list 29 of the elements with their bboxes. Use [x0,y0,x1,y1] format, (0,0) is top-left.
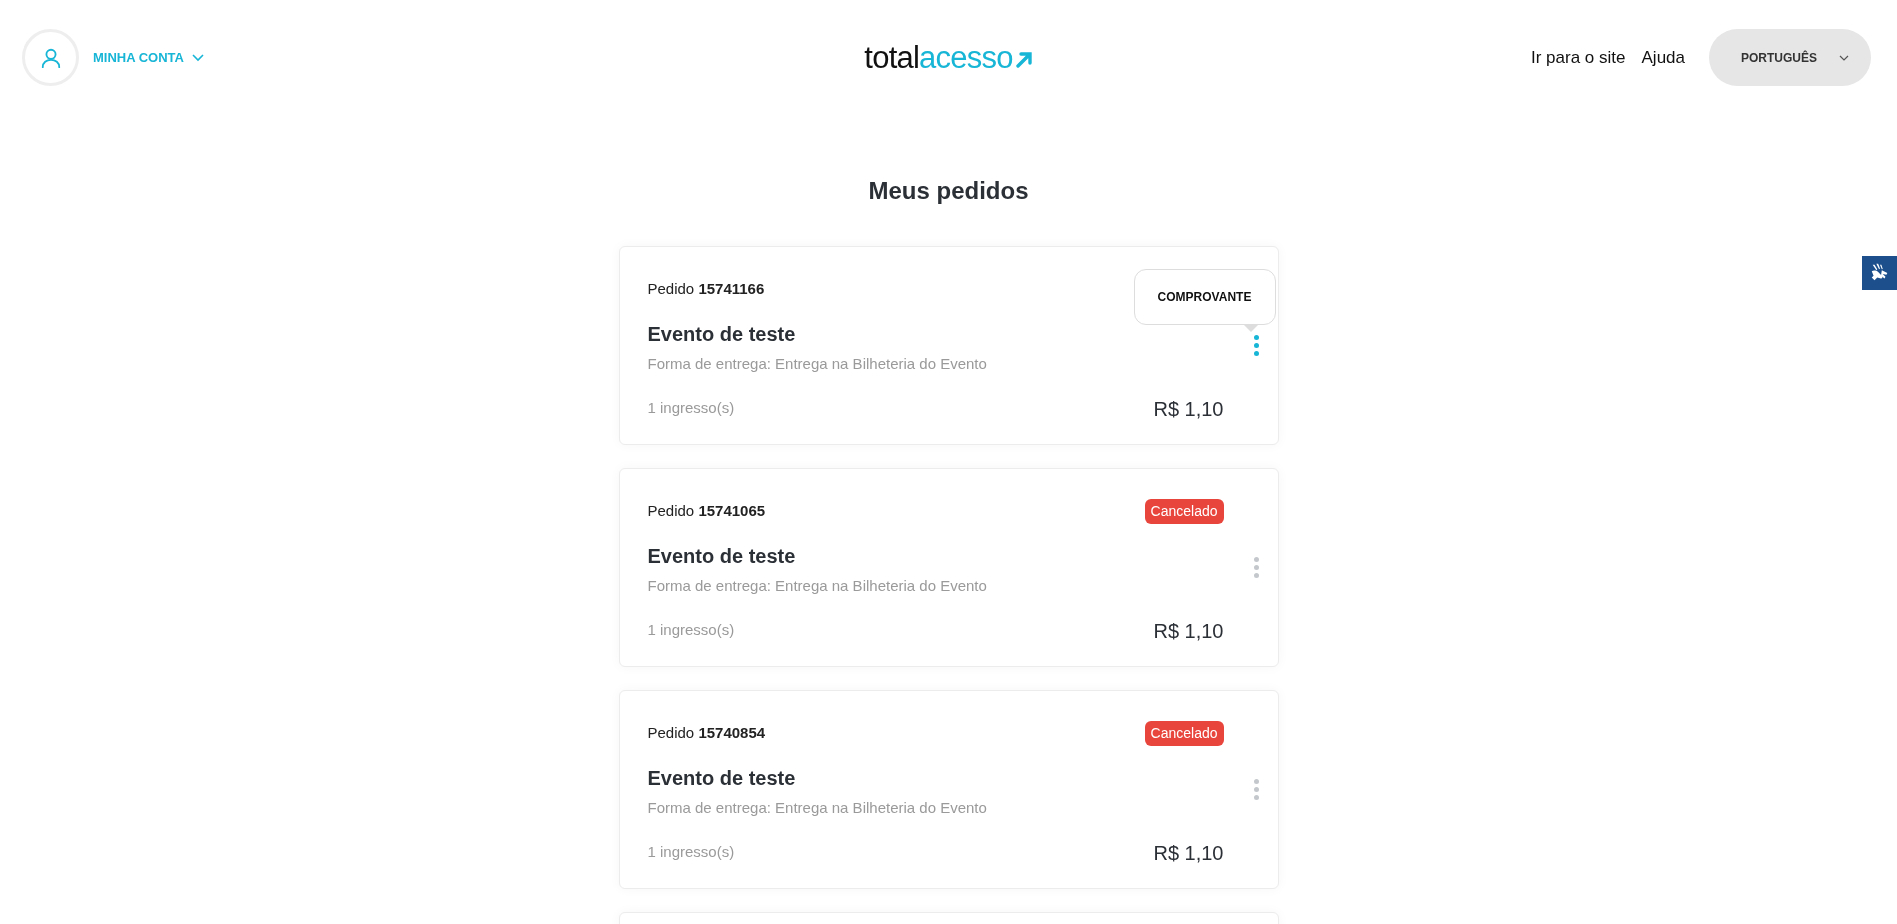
delivery-method: Forma de entrega: Entrega na Bilheteria do Evento [647,798,988,818]
event-title: Evento de teste [647,322,797,347]
account-avatar-button[interactable] [22,29,79,86]
order-number: Pedido 15741166 [647,278,765,299]
order-price: R$ 1,10 [1153,840,1224,866]
nav-link[interactable]: Ajuda [1641,44,1685,71]
menu-item[interactable]: COMPROVANTE [1157,288,1252,306]
logo: totalacesso [864,42,1033,73]
user-icon [39,46,62,69]
event-title: Evento de teste [647,544,797,569]
ticket-count: 1 ingresso(s) [647,842,735,863]
arrow-icon [1014,50,1033,69]
chevron-down-icon [1839,54,1849,61]
delivery-method: Forma de entrega: Entrega na Bilheteria do Evento [647,576,988,596]
ticket-count: 1 ingresso(s) [647,620,735,641]
order-number: Pedido 15741065 [647,500,766,521]
order-number: Pedido 15740854 [647,722,766,743]
status-badge: Cancelado [1144,498,1224,524]
chevron-down-icon [192,53,204,62]
page-title: Meus pedidos [868,176,1029,206]
nav-link[interactable]: Ir para o site [1531,44,1626,71]
accessibility-button[interactable] [1862,256,1897,290]
status-badge: Cancelado [1144,720,1224,746]
language-select[interactable]: PORTUGUÊS [1709,29,1871,86]
order-price: R$ 1,10 [1153,396,1224,422]
event-title: Evento de teste [647,766,797,791]
order-price: R$ 1,10 [1153,618,1224,644]
delivery-method: Forma de entrega: Entrega na Bilheteria do Evento [647,354,988,374]
ticket-count: 1 ingresso(s) [647,398,735,419]
